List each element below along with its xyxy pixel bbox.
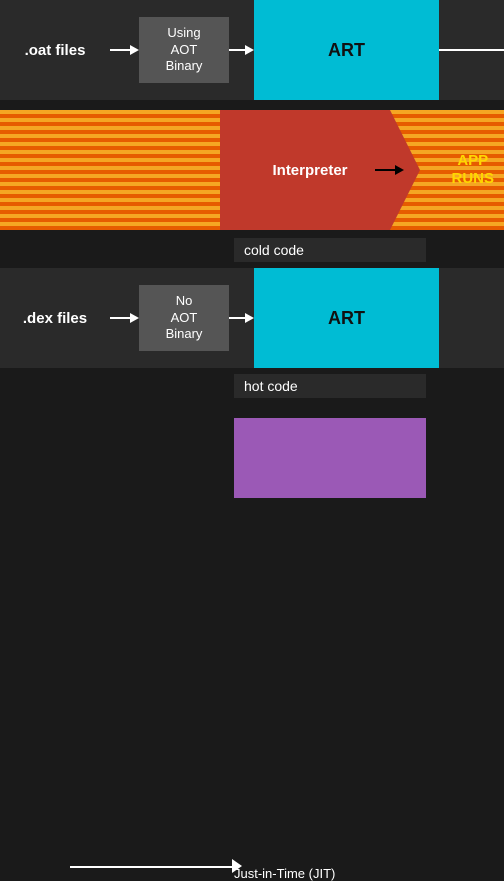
line4 bbox=[229, 317, 245, 319]
hot-code-label: hot code bbox=[234, 374, 426, 398]
section-dex: .dex files No AOT Binary ART bbox=[0, 268, 504, 368]
arrow-noaot-to-art bbox=[229, 313, 254, 323]
section-jit: Just-in-Time (JIT) bbox=[0, 408, 504, 508]
oat-files-label: .oat files bbox=[0, 42, 110, 59]
line2 bbox=[229, 49, 245, 51]
cold-code-label: cold code bbox=[234, 238, 426, 262]
jit-arrowhead bbox=[232, 859, 242, 873]
arrowhead-dark bbox=[395, 165, 404, 175]
app-runs-label-1: APP RUNS bbox=[451, 152, 494, 188]
interpreter-label: Interpreter bbox=[272, 162, 367, 179]
line3 bbox=[110, 317, 130, 319]
jit-label: Just-in-Time (JIT) bbox=[234, 866, 335, 881]
jit-box bbox=[234, 418, 426, 498]
arrowhead1 bbox=[130, 45, 139, 55]
jit-line bbox=[70, 866, 234, 868]
line1 bbox=[110, 49, 130, 51]
no-aot-box: No AOT Binary bbox=[139, 285, 229, 352]
arrow-oat-to-aot bbox=[110, 45, 139, 55]
diagram: .oat files Using AOT Binary ART Interpre… bbox=[0, 0, 504, 508]
arrow-dex-to-noaot bbox=[110, 313, 139, 323]
arrowhead4 bbox=[245, 313, 254, 323]
line-after-art1 bbox=[439, 49, 504, 51]
arrow-aot-to-art bbox=[229, 45, 254, 55]
arrowhead3 bbox=[130, 313, 139, 323]
dex-files-label: .dex files bbox=[0, 310, 110, 327]
section-interpreter: Interpreter APP RUNS bbox=[0, 110, 504, 230]
art-box-2: ART bbox=[254, 268, 439, 368]
arrow-interpreter-to-app bbox=[375, 165, 404, 175]
arrowhead2 bbox=[245, 45, 254, 55]
using-aot-box: Using AOT Binary bbox=[139, 17, 229, 84]
art-box-1: ART bbox=[254, 0, 439, 100]
arrow-solid-line bbox=[375, 169, 395, 171]
section-aot: .oat files Using AOT Binary ART bbox=[0, 0, 504, 100]
